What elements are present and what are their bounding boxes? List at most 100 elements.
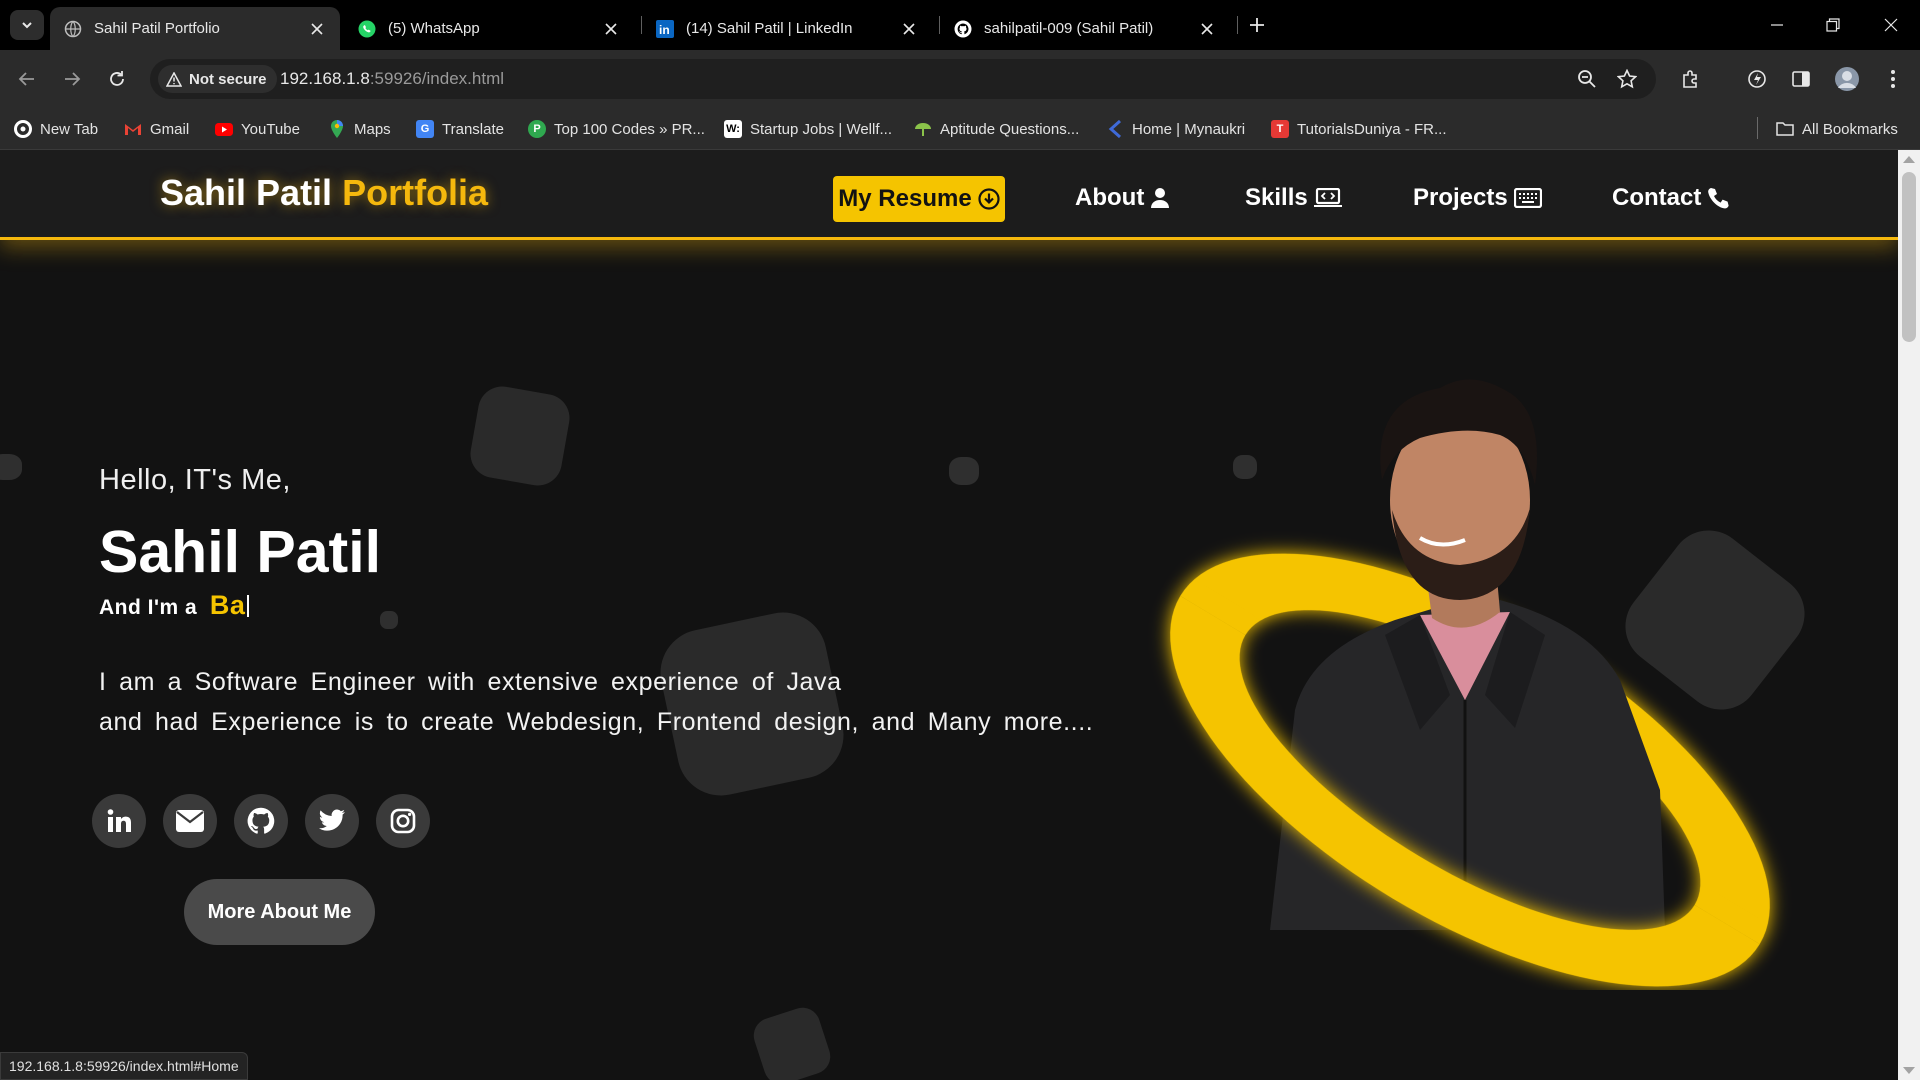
resume-button[interactable]: My Resume	[833, 176, 1005, 222]
all-bookmarks-button[interactable]: All Bookmarks	[1776, 117, 1898, 141]
folder-icon	[1776, 120, 1794, 138]
restore-button[interactable]	[1816, 10, 1850, 40]
site-logo[interactable]: Sahil Patil Portfolia	[160, 172, 488, 214]
back-button[interactable]	[12, 64, 42, 94]
whatsapp-icon	[358, 20, 376, 37]
mail-icon	[176, 810, 204, 832]
zoom-button[interactable]	[1576, 68, 1598, 90]
reload-button[interactable]	[102, 64, 132, 94]
close-window-button[interactable]	[1874, 10, 1908, 40]
bookmark-label: Maps	[354, 120, 391, 138]
role-prefix: And I'm a	[99, 596, 198, 619]
nav-skills[interactable]: Skills	[1245, 176, 1342, 220]
bookmark-label: YouTube	[241, 120, 300, 138]
forward-button[interactable]	[57, 64, 87, 94]
github-link[interactable]	[234, 794, 288, 848]
nav-projects[interactable]: Projects	[1413, 176, 1542, 220]
close-icon[interactable]	[308, 20, 326, 38]
nav-contact-label: Contact	[1612, 184, 1702, 211]
tab-linkedin[interactable]: in (14) Sahil Patil | LinkedIn	[642, 7, 932, 50]
bookmark-aptitude[interactable]: Aptitude Questions...	[914, 117, 1079, 141]
bookmark-translate[interactable]: G Translate	[416, 117, 504, 141]
bookmark-gmail[interactable]: Gmail	[124, 117, 189, 141]
nav-about[interactable]: About	[1075, 176, 1170, 220]
hero-role: And I'm a Ba	[99, 590, 250, 621]
scrollbar-thumb[interactable]	[1902, 172, 1916, 342]
warning-icon	[166, 71, 182, 87]
tab-title: (5) WhatsApp	[388, 20, 480, 37]
background-shape	[749, 1003, 835, 1080]
page-scrollbar[interactable]	[1898, 150, 1920, 1080]
star-icon	[1617, 69, 1637, 89]
bookmark-startup-jobs[interactable]: W: Startup Jobs | Wellf...	[724, 117, 892, 141]
laptop-code-icon	[1313, 188, 1342, 207]
phone-icon	[1708, 188, 1729, 209]
tutorialsduniya-icon: T	[1271, 120, 1289, 138]
scroll-down-arrow[interactable]	[1903, 1067, 1915, 1074]
instagram-link[interactable]	[376, 794, 430, 848]
role-typed-text: Ba	[209, 590, 246, 620]
profile-button[interactable]	[1832, 64, 1862, 94]
scroll-up-arrow[interactable]	[1903, 156, 1915, 163]
bookmark-top-codes[interactable]: P Top 100 Codes » PR...	[528, 117, 705, 141]
bookmark-label: All Bookmarks	[1802, 120, 1898, 138]
url-host: 192.168.1.8	[280, 69, 370, 88]
bio-line: and had Experience is to create Webdesig…	[99, 708, 1094, 736]
menu-button[interactable]	[1878, 64, 1908, 94]
hero-bio: I am a Software Engineer with extensive …	[99, 662, 1094, 742]
reload-icon	[110, 71, 124, 86]
social-links	[92, 794, 447, 848]
tab-github[interactable]: sahilpatil-009 (Sahil Patil)	[940, 7, 1230, 50]
hero-greeting: Hello, IT's Me,	[99, 464, 291, 496]
svg-text:in: in	[659, 23, 670, 37]
new-tab-button[interactable]	[1244, 12, 1270, 38]
more-about-me-button[interactable]: More About Me	[184, 879, 375, 945]
twitter-link[interactable]	[305, 794, 359, 848]
close-icon[interactable]	[1198, 20, 1216, 38]
extensions-button[interactable]	[1676, 64, 1706, 94]
performance-button[interactable]	[1742, 64, 1772, 94]
user-icon	[1151, 188, 1170, 208]
linkedin-link[interactable]	[92, 794, 146, 848]
site-info-chip[interactable]: Not secure	[158, 65, 277, 93]
bookmark-new-tab[interactable]: New Tab	[14, 117, 98, 141]
browser-tab-bar: Sahil Patil Portfolio (5) WhatsApp in (1…	[0, 0, 1920, 50]
mynaukri-icon	[1106, 120, 1124, 138]
chrome-icon	[14, 120, 32, 138]
email-link[interactable]	[163, 794, 217, 848]
bookmark-label: TutorialsDuniya - FR...	[1297, 120, 1447, 138]
bookmark-label: Home | Mynaukri	[1132, 120, 1246, 138]
bookmark-mynaukri[interactable]: Home | Mynaukri	[1106, 117, 1245, 141]
bookmark-youtube[interactable]: YouTube	[215, 117, 300, 141]
url-path: :59926/index.html	[369, 69, 505, 88]
codes-icon: P	[528, 120, 546, 138]
wellfound-icon: W:	[724, 120, 742, 138]
tab-whatsapp[interactable]: (5) WhatsApp	[344, 7, 634, 50]
globe-icon	[64, 20, 82, 37]
address-bar[interactable]: Not secure 192.168.1.8:59926/index.html	[150, 59, 1656, 99]
bookmark-star-button[interactable]	[1616, 68, 1638, 90]
url-text[interactable]: 192.168.1.8:59926/index.html	[280, 69, 504, 89]
close-icon[interactable]	[602, 20, 620, 38]
hero-name: Sahil Patil	[99, 519, 381, 585]
nav-contact[interactable]: Contact	[1612, 176, 1731, 220]
avatar-icon	[1835, 67, 1859, 91]
translate-icon: G	[416, 120, 434, 138]
resume-label: My Resume	[838, 185, 972, 212]
bookmark-tutorialsduniya[interactable]: T TutorialsDuniya - FR...	[1271, 117, 1446, 141]
background-shape	[949, 457, 979, 485]
side-panel-button[interactable]	[1786, 64, 1816, 94]
close-icon[interactable]	[900, 20, 918, 38]
download-icon	[978, 188, 1000, 210]
youtube-icon	[215, 120, 233, 138]
typing-caret	[247, 595, 250, 617]
arrow-right-icon	[65, 72, 81, 86]
bookmark-maps[interactable]: Maps	[328, 117, 391, 141]
close-icon	[1884, 18, 1898, 32]
tab-search-button[interactable]	[10, 10, 44, 40]
minimize-button[interactable]	[1760, 10, 1794, 40]
logo-accent: Portfolia	[342, 172, 489, 213]
tab-portfolio[interactable]: Sahil Patil Portfolio	[50, 7, 340, 50]
instagram-icon	[390, 808, 416, 834]
arrow-left-icon	[18, 72, 34, 86]
